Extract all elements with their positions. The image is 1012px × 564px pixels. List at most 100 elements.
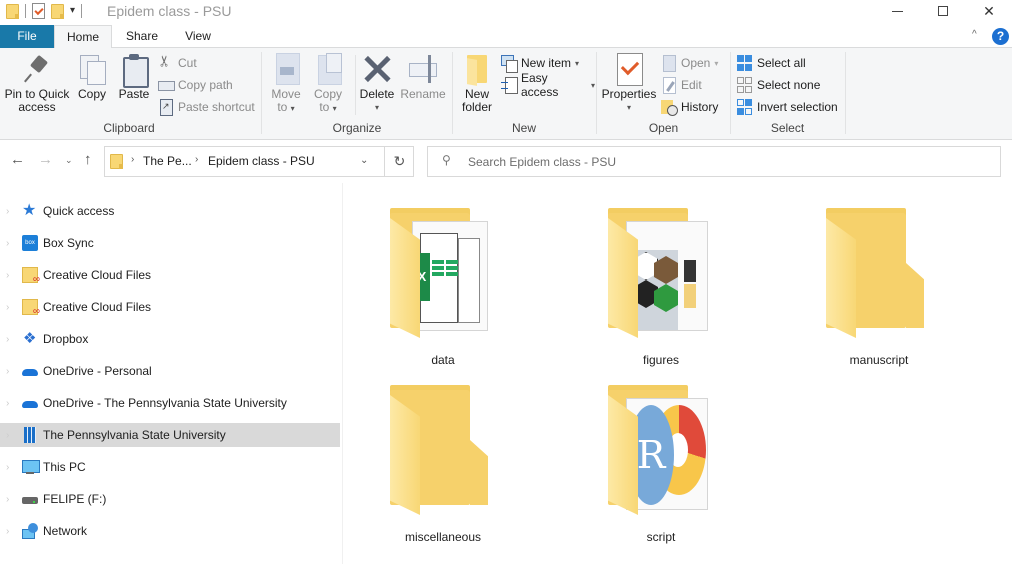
new-folder-icon[interactable] bbox=[51, 3, 64, 19]
collapse-ribbon-button[interactable]: ^ bbox=[972, 29, 977, 40]
nav-item-quick-access[interactable]: › Quick access bbox=[0, 199, 340, 223]
nav-item-dropbox[interactable]: › Dropbox bbox=[0, 327, 340, 351]
expand-chevron-icon[interactable]: › bbox=[6, 238, 9, 249]
folder-icon: R bbox=[608, 385, 708, 515]
tab-file[interactable]: File bbox=[0, 25, 54, 48]
expand-chevron-icon[interactable]: › bbox=[6, 206, 9, 217]
search-input[interactable] bbox=[468, 147, 988, 176]
copy-button[interactable]: Copy bbox=[74, 53, 110, 101]
nav-item-box-sync[interactable]: › box Box Sync bbox=[0, 231, 340, 255]
expand-chevron-icon[interactable]: › bbox=[6, 366, 9, 377]
minimize-button[interactable] bbox=[874, 0, 920, 22]
expand-chevron-icon[interactable]: › bbox=[6, 398, 9, 409]
copy-path-button[interactable]: Copy path bbox=[158, 75, 233, 95]
select-none-icon bbox=[737, 77, 753, 93]
delete-label: Delete bbox=[359, 87, 395, 101]
pin-to-quick-access-button[interactable]: Pin to Quick access bbox=[4, 53, 70, 114]
breadcrumb-item[interactable]: The Pe... bbox=[143, 154, 192, 168]
new-folder-button[interactable]: New folder bbox=[457, 53, 497, 114]
nav-item-onedrive-psu[interactable]: › OneDrive - The Pennsylvania State Univ… bbox=[0, 391, 340, 415]
rename-button[interactable]: Rename bbox=[400, 53, 446, 101]
breadcrumb-separator[interactable]: › bbox=[131, 154, 134, 165]
copy-to-button[interactable]: Copy to ▾ bbox=[308, 53, 348, 115]
select-none-label: Select none bbox=[757, 78, 821, 92]
paste-label: Paste bbox=[118, 87, 150, 101]
nav-item-creative-cloud-files-2[interactable]: › Creative Cloud Files bbox=[0, 295, 340, 319]
folder-item-script[interactable]: R script bbox=[561, 365, 761, 544]
chevron-down-icon: ▾ bbox=[626, 103, 631, 112]
invert-selection-button[interactable]: Invert selection bbox=[737, 97, 838, 117]
easy-access-button[interactable]: Easy access ▾ bbox=[501, 71, 595, 99]
edit-button[interactable]: Edit bbox=[661, 75, 702, 95]
clipboard-group: Pin to Quick access Copy Paste Cut Copy … bbox=[0, 51, 258, 137]
toolbar-separator bbox=[81, 4, 83, 18]
folder-icon bbox=[390, 385, 490, 515]
folder-item-figures[interactable]: figures bbox=[561, 188, 761, 367]
nav-item-this-pc[interactable]: › This PC bbox=[0, 455, 340, 479]
properties-icon[interactable] bbox=[32, 3, 45, 19]
folder-icon bbox=[608, 208, 708, 338]
select-none-button[interactable]: Select none bbox=[737, 75, 820, 95]
this-pc-icon bbox=[22, 459, 40, 475]
address-dropdown-button[interactable]: ⌄ bbox=[360, 155, 368, 166]
expand-chevron-icon[interactable]: › bbox=[6, 494, 9, 505]
nav-item-label: Network bbox=[43, 524, 88, 538]
search-box[interactable]: ⚲ bbox=[427, 146, 1001, 177]
folder-item-data[interactable]: X data bbox=[343, 188, 543, 367]
open-button[interactable]: Open ▾ bbox=[661, 53, 718, 73]
open-icon bbox=[661, 55, 677, 72]
delete-button[interactable]: Delete ▾ bbox=[358, 53, 396, 114]
folder-item-manuscript[interactable]: manuscript bbox=[779, 188, 979, 367]
address-bar[interactable]: › The Pe... › Epidem class - PSU ⌄ ↻ bbox=[104, 146, 414, 177]
nav-item-penn-state[interactable]: › The Pennsylvania State University bbox=[0, 423, 340, 447]
folder-item-miscellaneous[interactable]: miscellaneous bbox=[343, 365, 543, 544]
expand-chevron-icon[interactable]: › bbox=[6, 334, 9, 345]
tab-view[interactable]: View bbox=[170, 25, 226, 48]
expand-chevron-icon[interactable]: › bbox=[6, 302, 9, 313]
new-item-icon bbox=[501, 55, 518, 73]
paste-shortcut-button[interactable]: Paste shortcut bbox=[158, 97, 255, 117]
close-button[interactable]: ✕ bbox=[966, 0, 1012, 22]
back-button[interactable]: ← bbox=[10, 151, 25, 168]
cut-button[interactable]: Cut bbox=[158, 53, 197, 73]
help-button[interactable]: ? bbox=[992, 28, 1009, 45]
tab-home[interactable]: Home bbox=[54, 25, 112, 49]
invert-selection-label: Invert selection bbox=[757, 100, 838, 114]
tab-share[interactable]: Share bbox=[114, 25, 170, 48]
open-group-label: Open bbox=[648, 121, 679, 135]
move-to-button[interactable]: Move to ▾ bbox=[266, 53, 306, 115]
refresh-button[interactable]: ↻ bbox=[384, 147, 414, 176]
quick-access-toolbar: ▾ bbox=[6, 3, 83, 19]
expand-chevron-icon[interactable]: › bbox=[6, 430, 9, 441]
folder-icon bbox=[110, 154, 123, 169]
customize-toolbar-dropdown[interactable]: ▾ bbox=[70, 6, 75, 16]
folder-icon[interactable] bbox=[6, 3, 19, 19]
nav-item-network[interactable]: › Network bbox=[0, 519, 340, 543]
history-icon bbox=[661, 99, 678, 116]
recent-locations-button[interactable]: ⌄ bbox=[65, 155, 73, 166]
paste-button[interactable]: Paste bbox=[116, 53, 152, 101]
history-button[interactable]: History bbox=[661, 97, 718, 117]
toolbar-separator bbox=[25, 4, 26, 18]
nav-item-onedrive-personal[interactable]: › OneDrive - Personal bbox=[0, 359, 340, 383]
nav-item-label: Quick access bbox=[43, 204, 115, 218]
properties-button[interactable]: Properties ▾ bbox=[601, 53, 657, 114]
breadcrumb-item[interactable]: Epidem class - PSU bbox=[208, 154, 315, 168]
expand-chevron-icon[interactable]: › bbox=[6, 270, 9, 281]
close-icon: ✕ bbox=[983, 2, 995, 19]
select-all-icon bbox=[737, 55, 753, 71]
copy-path-label: Copy path bbox=[178, 78, 233, 92]
select-all-label: Select all bbox=[757, 56, 806, 70]
breadcrumb-separator[interactable]: › bbox=[195, 154, 198, 165]
up-button[interactable]: ↑ bbox=[84, 151, 92, 168]
nav-item-creative-cloud-files[interactable]: › Creative Cloud Files bbox=[0, 263, 340, 287]
forward-button[interactable]: → bbox=[38, 151, 53, 168]
expand-chevron-icon[interactable]: › bbox=[6, 462, 9, 473]
expand-chevron-icon[interactable]: › bbox=[6, 526, 9, 537]
nav-item-felipe-drive[interactable]: › FELIPE (F:) bbox=[0, 487, 340, 511]
maximize-button[interactable] bbox=[920, 0, 966, 22]
nav-item-label: Creative Cloud Files bbox=[43, 300, 152, 314]
select-all-button[interactable]: Select all bbox=[737, 53, 806, 73]
new-item-button[interactable]: New item ▾ bbox=[501, 53, 579, 73]
open-group: Properties ▾ Open ▾ Edit History Open bbox=[597, 51, 730, 137]
